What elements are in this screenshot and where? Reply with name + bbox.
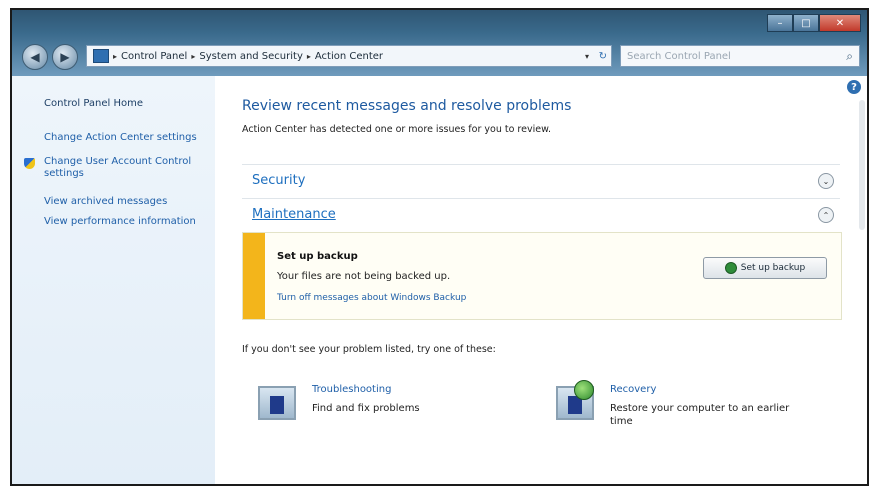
breadcrumb-control-panel[interactable]: Control Panel (121, 51, 187, 62)
sidebar: Control Panel Home Change Action Center … (12, 76, 215, 484)
search-icon[interactable]: ⌕ (846, 49, 853, 64)
page-subtitle: Action Center has detected one or more i… (242, 124, 551, 135)
sidebar-item-change-action-center-settings[interactable]: Change Action Center settings (44, 132, 197, 143)
recovery-tool[interactable]: Recovery Restore your computer to an ear… (552, 380, 822, 442)
help-icon[interactable]: ? (847, 80, 861, 94)
section-security[interactable]: Security ⌄ (242, 164, 840, 197)
chevron-right-icon[interactable]: ▸ (113, 52, 117, 61)
backup-icon (724, 262, 737, 274)
page-title: Review recent messages and resolve probl… (242, 98, 572, 114)
recovery-link[interactable]: Recovery (610, 384, 656, 395)
address-bar[interactable]: ▸ Control Panel ▸ System and Security ▸ … (86, 45, 612, 67)
troubleshooting-description: Find and fix problems (312, 403, 420, 414)
search-input[interactable]: Search Control Panel ⌕ (620, 45, 860, 67)
chevron-down-icon[interactable]: ⌄ (818, 173, 834, 189)
title-bar: – □ ✕ ◀ ▶ ▸ Control Panel ▸ System and S… (12, 10, 867, 76)
turn-off-messages-link[interactable]: Turn off messages about Windows Backup (277, 293, 466, 303)
breadcrumb-action-center[interactable]: Action Center (315, 51, 383, 62)
section-label[interactable]: Security (252, 173, 305, 188)
sidebar-item-home[interactable]: Control Panel Home (44, 98, 143, 109)
sidebar-item-change-uac-settings[interactable]: Change User Account Control settings (44, 156, 204, 180)
warning-stripe (243, 233, 265, 319)
backup-message-panel: Set up backup Your files are not being b… (242, 232, 842, 320)
troubleshooting-icon (254, 382, 298, 422)
backup-title: Set up backup (277, 251, 358, 262)
section-maintenance[interactable]: Maintenance ⌃ (242, 198, 840, 231)
sidebar-item-view-performance-information[interactable]: View performance information (44, 216, 196, 227)
chevron-right-icon[interactable]: ▸ (191, 52, 195, 61)
close-button[interactable]: ✕ (819, 14, 861, 32)
chevron-up-icon[interactable]: ⌃ (818, 207, 834, 223)
refresh-icon[interactable]: ↻ (599, 51, 607, 62)
troubleshooting-link[interactable]: Troubleshooting (312, 384, 391, 395)
breadcrumb-system-and-security[interactable]: System and Security (199, 51, 303, 62)
control-panel-icon (93, 49, 109, 63)
set-up-backup-button[interactable]: Set up backup (703, 257, 827, 279)
sidebar-item-view-archived-messages[interactable]: View archived messages (44, 196, 167, 207)
hint-text: If you don't see your problem listed, tr… (242, 344, 496, 355)
search-placeholder: Search Control Panel (627, 50, 731, 62)
address-dropdown-icon[interactable]: ▾ (585, 52, 589, 61)
maximize-button[interactable]: □ (793, 14, 819, 32)
troubleshooting-tool[interactable]: Troubleshooting Find and fix problems (254, 382, 524, 442)
recovery-icon (552, 380, 596, 422)
backup-description: Your files are not being backed up. (277, 271, 451, 282)
back-button[interactable]: ◀ (22, 44, 48, 70)
recovery-description: Restore your computer to an earlier time (610, 403, 790, 427)
forward-button[interactable]: ▶ (52, 44, 78, 70)
chevron-right-icon[interactable]: ▸ (307, 52, 311, 61)
minimize-button[interactable]: – (767, 14, 793, 32)
button-label: Set up backup (740, 263, 806, 273)
scrollbar[interactable] (859, 100, 865, 230)
caption-buttons: – □ ✕ (767, 14, 861, 32)
uac-shield-icon (24, 158, 35, 169)
section-label[interactable]: Maintenance (252, 207, 336, 222)
window: – □ ✕ ◀ ▶ ▸ Control Panel ▸ System and S… (10, 8, 869, 486)
